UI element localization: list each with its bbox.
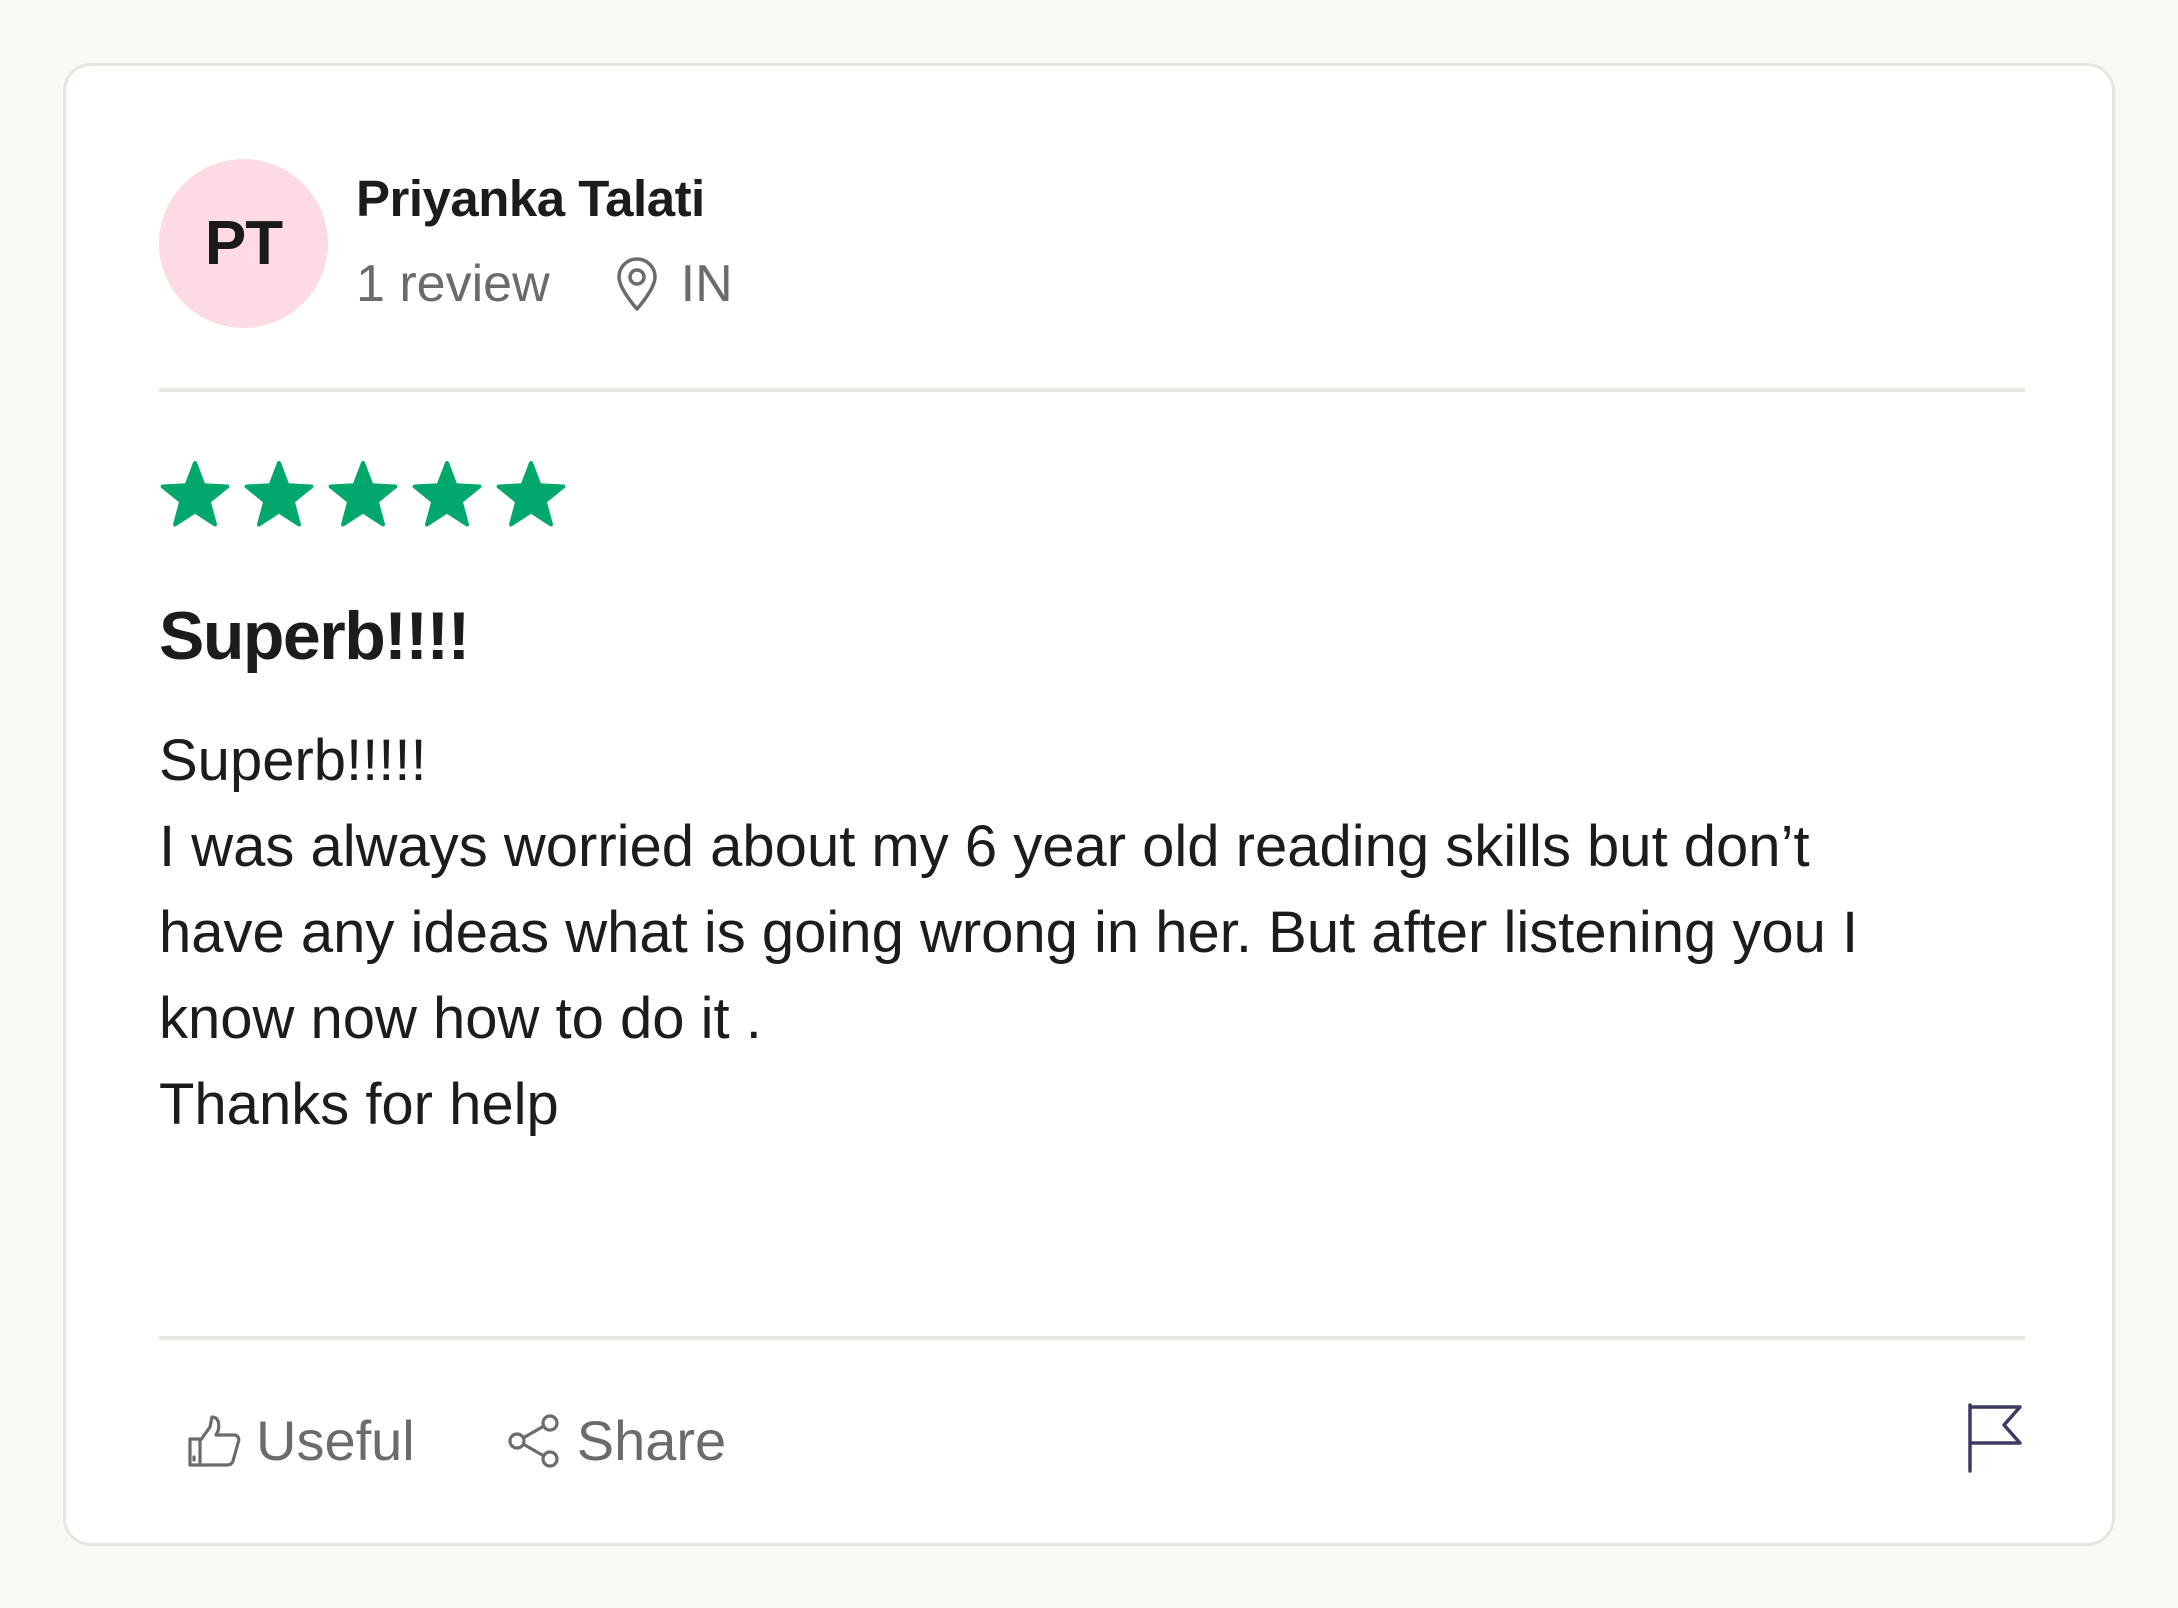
location-pin-icon	[616, 257, 657, 311]
star-icon	[496, 461, 566, 527]
footer-divider	[159, 1336, 2025, 1340]
reviewer-name[interactable]: Priyanka Talati	[356, 169, 705, 228]
useful-button[interactable]: Useful	[186, 1408, 415, 1473]
share-button[interactable]: Share	[505, 1408, 726, 1473]
avatar[interactable]: PT	[159, 159, 328, 328]
review-title[interactable]: Superb!!!!	[159, 597, 470, 675]
location-code: IN	[680, 255, 733, 313]
review-body-line: Thanks for help	[159, 1072, 559, 1137]
share-label: Share	[576, 1409, 727, 1472]
review-body: Superb!!!!! I was always worried about m…	[159, 718, 2039, 1148]
review-body-line: Superb!!!!!	[159, 728, 427, 793]
thumbs-up-icon	[188, 1414, 241, 1467]
star-icon	[244, 461, 314, 527]
star-icon	[160, 461, 230, 527]
review-body-line: know now how to do it .	[159, 986, 762, 1051]
review-body-line: I was always worried about my 6 year old…	[159, 814, 1810, 879]
review-card: PT Priyanka Talati 1 review IN Superb!!!…	[63, 63, 2115, 1546]
review-actions: Useful Share	[186, 1408, 726, 1473]
review-count: 1 review	[356, 255, 550, 313]
flag-icon[interactable]	[1964, 1401, 2026, 1473]
reviewer-meta: 1 review IN	[356, 254, 733, 314]
review-body-line: have any ideas what is going wrong in he…	[159, 900, 1859, 965]
header-divider	[159, 388, 2025, 392]
star-icon	[412, 461, 482, 527]
star-rating	[159, 459, 579, 531]
useful-label: Useful	[256, 1409, 415, 1472]
star-icon	[328, 461, 398, 527]
share-icon	[508, 1413, 559, 1468]
reviewer-location: IN	[615, 254, 733, 314]
